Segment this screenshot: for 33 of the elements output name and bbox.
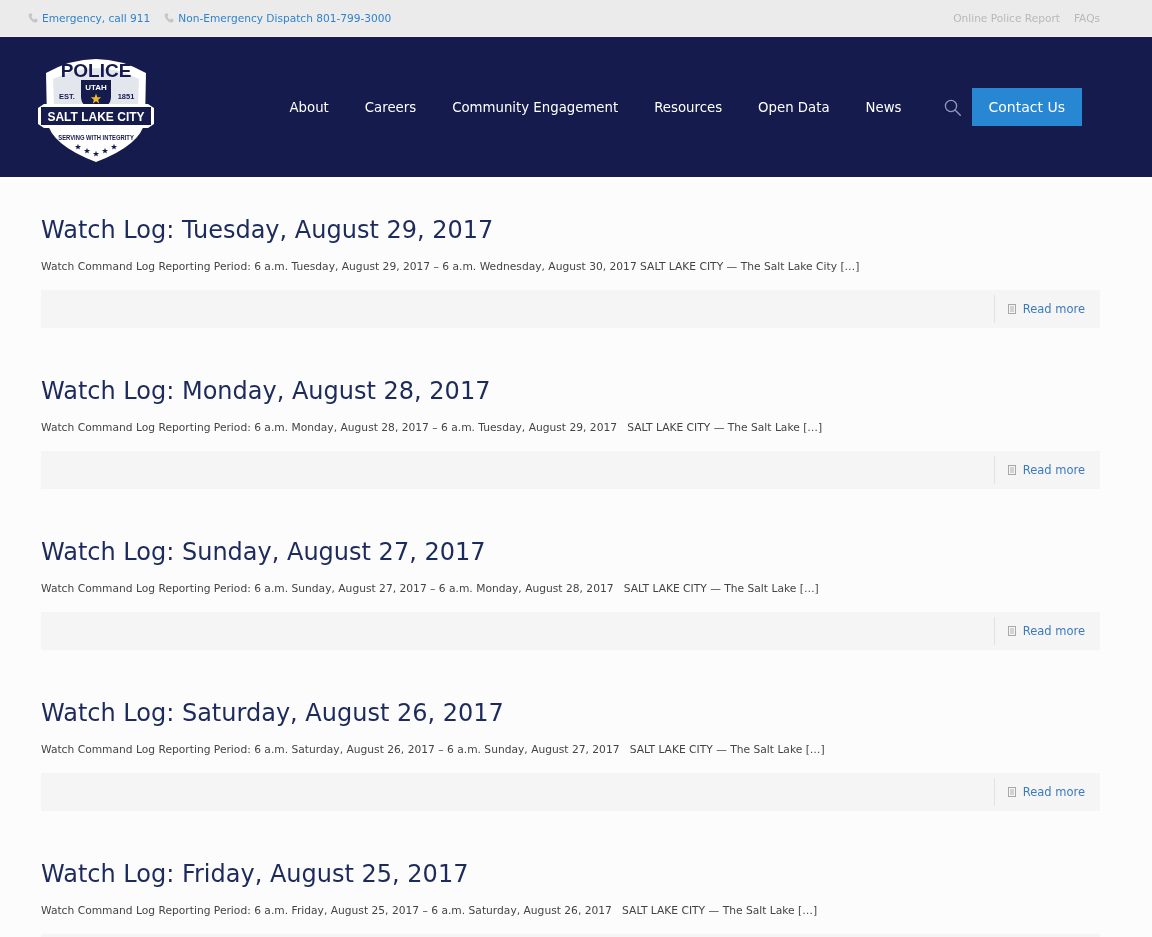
contact-button[interactable]: Contact Us [971,88,1082,126]
nav-link[interactable]: Community Engagement [452,99,619,115]
post-title[interactable]: Watch Log: Friday, August 25, 2017 [41,857,469,891]
read-more-link[interactable]: Read more [1007,463,1085,477]
phone-icon [164,13,175,23]
read-more-link[interactable]: Read more [1007,302,1085,316]
document-icon [1007,787,1016,797]
post-excerpt: Watch Command Log Reporting Period: 6 a.m. Saturday, August 26, 2017 – 6 a.m. Sunday, August 27, 2017 SALT LAKE CITY — The Salt Lake […] [41,742,826,758]
document-icon [1007,465,1016,475]
nav-link[interactable]: Resources [654,99,723,115]
read-more-link[interactable]: Read more [1007,624,1085,638]
phone-icon [28,13,38,23]
badge-state: UTAH [85,83,107,92]
post-excerpt: Watch Command Log Reporting Period: 6 a.m. Tuesday, August 29, 2017 – 6 a.m. Wednesday, August 30, 2017 SALT LAKE CITY — The Salt Lake City […] [41,259,861,275]
post-title[interactable]: Watch Log: Tuesday, August 29, 2017 [41,213,494,247]
search-icon[interactable] [943,98,961,116]
contact-link[interactable]: Non-Emergency Dispatch 801-799-3000 [178,12,392,24]
post-title[interactable]: Watch Log: Sunday, August 27, 2017 [41,535,486,569]
badge-city: SALT LAKE CITY [47,109,145,124]
badge-title: POLICE [60,60,132,81]
read-more-link[interactable]: Read more [1007,785,1085,799]
nav-link[interactable]: Open Data [758,99,830,115]
contact-link[interactable]: Emergency, call 911 [42,12,151,24]
post-excerpt: Watch Command Log Reporting Period: 6 a.m. Monday, August 28, 2017 – 6 a.m. Tuesday, August 29, 2017 SALT LAKE CITY — The Salt Lake […] [41,420,824,436]
post-excerpt: Watch Command Log Reporting Period: 6 a.m. Friday, August 25, 2017 – 6 a.m. Saturday, August 26, 2017 SALT LAKE CITY — The Salt Lake […] [41,903,819,919]
nav-link[interactable]: Careers [364,99,417,115]
post-title[interactable]: Watch Log: Saturday, August 26, 2017 [41,696,504,730]
nav-link[interactable]: About [289,99,329,115]
post-excerpt: Watch Command Log Reporting Period: 6 a.m. Sunday, August 27, 2017 – 6 a.m. Monday, August 28, 2017 SALT LAKE CITY — The Salt Lake […] [41,581,820,597]
nav-link[interactable]: News [865,99,902,115]
document-icon [1007,626,1016,636]
document-icon [1007,304,1016,314]
post-title[interactable]: Watch Log: Monday, August 28, 2017 [41,374,491,408]
